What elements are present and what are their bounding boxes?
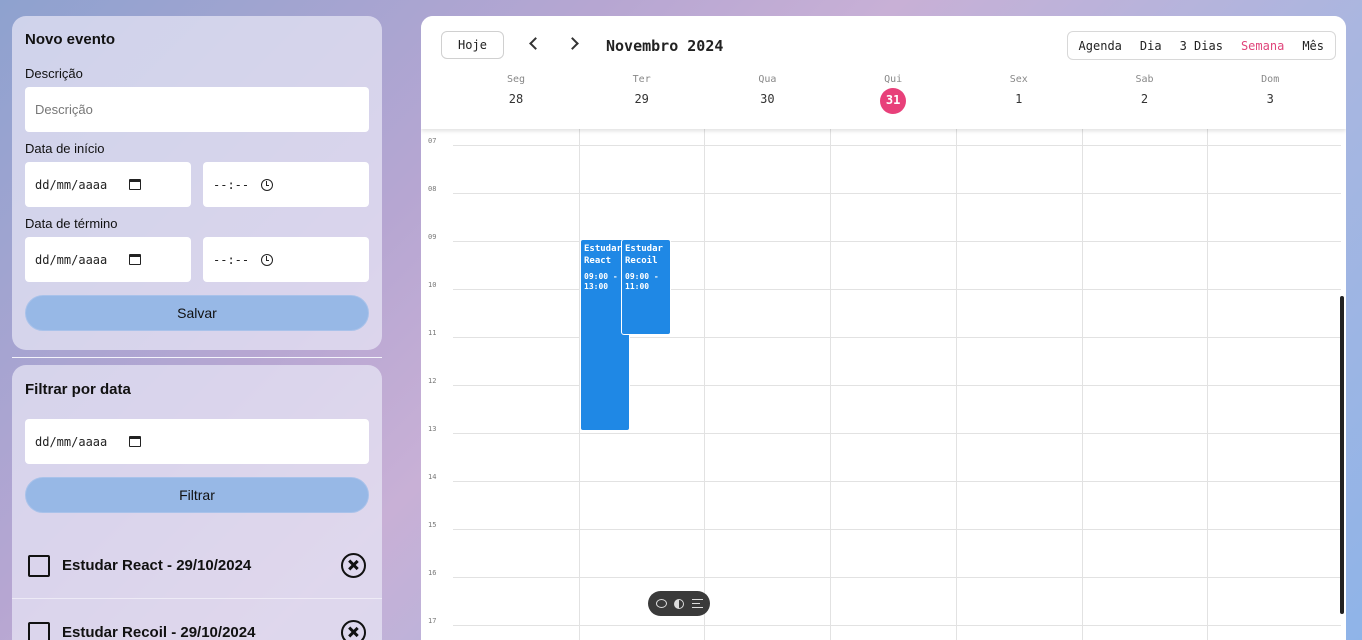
hour-line <box>453 193 1341 194</box>
view-day[interactable]: Dia <box>1131 39 1171 53</box>
chevron-left-icon[interactable] <box>527 36 541 52</box>
event-list-item: Estudar Recoil - 29/10/2024 <box>12 600 382 640</box>
event-list-item: Estudar React - 29/10/2024 <box>12 533 382 599</box>
view-week[interactable]: Semana <box>1232 39 1293 53</box>
start-time-value: --:-- <box>213 177 250 192</box>
floating-toolbar <box>648 591 710 616</box>
day-name: Ter <box>632 74 651 85</box>
day-name: Qui <box>884 74 903 85</box>
start-date-value: dd/mm/aaaa <box>35 177 108 192</box>
calendar-icon[interactable] <box>129 254 141 265</box>
event-time: 09:00 - 13:00 <box>584 272 618 291</box>
week-grid[interactable]: 07 08 09 10 11 12 13 14 15 16 17 Estudar React 09:00… <box>421 129 1346 640</box>
hour-line <box>453 481 1341 482</box>
event-list-label: Estudar React - 29/10/2024 <box>62 557 252 574</box>
calendar-event[interactable]: Estudar Recoil 09:00 - 11:00 <box>621 239 671 335</box>
scrollbar[interactable] <box>1340 296 1344 614</box>
view-3days[interactable]: 3 Dias <box>1171 39 1232 53</box>
description-input[interactable]: Descrição <box>25 87 369 132</box>
hour-label: 16 <box>428 569 437 577</box>
hour-label: 09 <box>428 233 437 241</box>
new-event-title: Novo evento <box>25 31 116 48</box>
day-number[interactable]: 28 <box>503 89 529 113</box>
start-date-label: Data de início <box>25 141 105 156</box>
day-number[interactable]: 1 <box>1006 89 1032 113</box>
chevron-right-icon[interactable] <box>567 36 581 52</box>
filter-date-value: dd/mm/aaaa <box>35 434 108 449</box>
end-date-label: Data de término <box>25 216 118 231</box>
hour-label: 14 <box>428 473 437 481</box>
day-header[interactable]: Qui 31 <box>830 74 956 114</box>
event-list-label: Estudar Recoil - 29/10/2024 <box>62 624 256 640</box>
day-header[interactable]: Ter 29 <box>579 74 705 113</box>
day-header[interactable]: Seg 28 <box>453 74 579 113</box>
chat-icon[interactable] <box>655 599 667 608</box>
day-header[interactable]: Sex 1 <box>956 74 1082 113</box>
month-title: Novembro 2024 <box>606 37 724 55</box>
day-number[interactable]: 30 <box>754 89 780 113</box>
day-number[interactable]: 3 <box>1257 89 1283 113</box>
event-time: 09:00 - 11:00 <box>625 272 659 291</box>
filter-button[interactable]: Filtrar <box>25 477 369 513</box>
calendar-view: Hoje Novembro 2024 Agenda Dia 3 Dias Sem… <box>421 16 1346 640</box>
today-button[interactable]: Hoje <box>441 31 504 59</box>
hour-label: 12 <box>428 377 437 385</box>
day-name: Dom <box>1261 74 1280 85</box>
day-header[interactable]: Sab 2 <box>1082 74 1208 113</box>
start-date-input[interactable]: dd/mm/aaaa <box>25 162 191 207</box>
remove-event-icon[interactable] <box>341 620 366 640</box>
filter-title: Filtrar por data <box>25 381 131 398</box>
clock-icon[interactable] <box>261 253 273 266</box>
view-agenda[interactable]: Agenda <box>1070 39 1131 53</box>
hour-line <box>453 433 1341 434</box>
day-name: Sab <box>1135 74 1154 85</box>
remove-event-icon[interactable] <box>341 553 366 578</box>
today-day-number[interactable]: 31 <box>880 88 907 114</box>
new-event-panel: Novo evento Descrição Descrição Data de … <box>12 16 382 350</box>
event-title: Estudar React <box>584 244 622 266</box>
day-number[interactable]: 2 <box>1132 89 1158 113</box>
view-switcher: Agenda Dia 3 Dias Semana Mês <box>1066 31 1336 60</box>
end-time-value: --:-- <box>213 252 250 267</box>
day-name: Seg <box>506 74 526 85</box>
panel-divider <box>12 357 382 358</box>
hour-label: 08 <box>428 185 437 193</box>
contrast-icon[interactable] <box>674 598 684 609</box>
clock-icon[interactable] <box>261 178 273 191</box>
description-label: Descrição <box>25 66 83 81</box>
hour-line <box>453 529 1341 530</box>
hour-label: 17 <box>428 617 437 625</box>
view-month[interactable]: Mês <box>1293 39 1333 53</box>
calendar-icon[interactable] <box>129 179 141 190</box>
save-button[interactable]: Salvar <box>25 295 369 331</box>
hour-line <box>453 625 1341 626</box>
start-time-input[interactable]: --:-- <box>203 162 369 207</box>
end-time-input[interactable]: --:-- <box>203 237 369 282</box>
end-date-value: dd/mm/aaaa <box>35 252 108 267</box>
filter-date-input[interactable]: dd/mm/aaaa <box>25 419 369 464</box>
hour-line <box>453 145 1341 146</box>
hour-label: 07 <box>428 137 437 145</box>
calendar-icon[interactable] <box>129 436 141 447</box>
day-header[interactable]: Dom 3 <box>1207 74 1333 113</box>
hour-line <box>453 577 1341 578</box>
hour-label: 15 <box>428 521 437 529</box>
event-checkbox[interactable] <box>28 621 50 640</box>
event-checkbox[interactable] <box>28 554 50 577</box>
hour-label: 11 <box>428 329 437 337</box>
calendar-header: Hoje Novembro 2024 Agenda Dia 3 Dias Sem… <box>421 16 1346 129</box>
day-header[interactable]: Qua 30 <box>704 74 830 113</box>
hour-label: 10 <box>428 281 437 289</box>
hour-label: 13 <box>428 425 437 433</box>
day-number[interactable]: 29 <box>629 89 655 113</box>
day-name: Sex <box>1009 74 1028 85</box>
filter-panel: Filtrar por data dd/mm/aaaa Filtrar Estu… <box>12 365 382 640</box>
event-title: Estudar Recoil <box>625 244 663 266</box>
end-date-input[interactable]: dd/mm/aaaa <box>25 237 191 282</box>
list-icon[interactable] <box>691 599 703 608</box>
day-name: Qua <box>758 74 777 85</box>
